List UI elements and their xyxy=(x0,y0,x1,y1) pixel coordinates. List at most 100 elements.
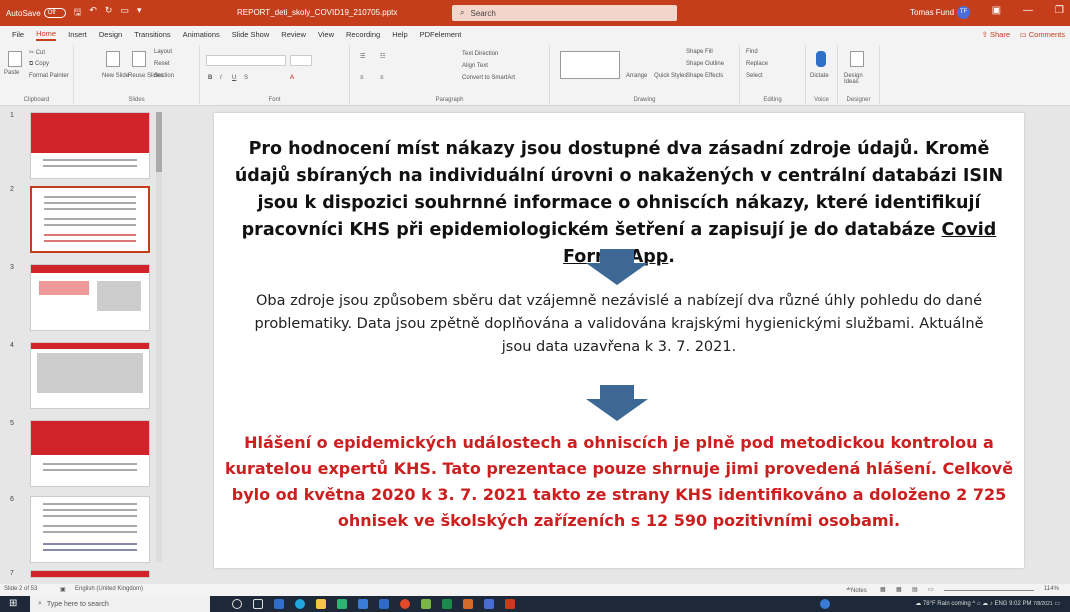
italic-icon[interactable]: I xyxy=(220,75,222,81)
slide-thumbnail[interactable] xyxy=(30,112,150,179)
arrange-button[interactable]: Arrange xyxy=(626,73,647,79)
tab-file[interactable]: File xyxy=(12,30,24,39)
align-text-button[interactable]: Align Text xyxy=(462,63,488,69)
tab-animations[interactable]: Animations xyxy=(183,30,220,39)
tab-pdfelement[interactable]: PDFelement xyxy=(420,30,462,39)
tab-design[interactable]: Design xyxy=(99,30,122,39)
save-icon[interactable]: 🖫 xyxy=(74,5,82,21)
cut-button[interactable]: ✂ Cut xyxy=(29,49,45,56)
reset-button[interactable]: Reset xyxy=(154,61,170,67)
ribbon-display-icon[interactable]: ▣ xyxy=(992,5,1001,16)
comments-button[interactable]: ▭ Comments xyxy=(1020,30,1065,39)
tab-help[interactable]: Help xyxy=(392,30,407,39)
quick-styles-button[interactable]: Quick Styles xyxy=(654,73,687,79)
app-icon[interactable] xyxy=(820,599,830,609)
slide-sorter-icon[interactable]: ▦ xyxy=(896,586,902,593)
app-icon[interactable] xyxy=(274,599,284,609)
weather-text[interactable]: 78°F Rain coming xyxy=(923,601,971,607)
tab-review[interactable]: Review xyxy=(281,30,306,39)
thumbnail-scroll-thumb[interactable] xyxy=(156,112,162,172)
thumbnail-scrollbar[interactable] xyxy=(156,112,162,562)
zoom-slider[interactable] xyxy=(944,590,1034,591)
tab-transitions[interactable]: Transitions xyxy=(134,30,170,39)
slide-canvas[interactable]: Pro hodnocení míst nákazy jsou dostupné … xyxy=(214,113,1024,568)
task-view-icon[interactable] xyxy=(253,599,263,609)
windows-start-icon[interactable]: ⊞ xyxy=(9,598,17,609)
replace-button[interactable]: Replace xyxy=(746,61,768,67)
slide-thumbnail[interactable] xyxy=(30,496,150,563)
bullets-icon[interactable]: ☰ xyxy=(360,53,365,60)
maximize-icon[interactable]: ❐ xyxy=(1055,5,1064,16)
redo-icon[interactable]: ↻ xyxy=(105,5,113,21)
clock-date[interactable]: 7/8/2021 xyxy=(1033,601,1052,607)
dictate-button[interactable]: Dictate xyxy=(810,73,829,79)
undo-icon[interactable]: ↶ xyxy=(89,5,97,21)
file-explorer-icon[interactable] xyxy=(316,599,326,609)
shapes-gallery[interactable] xyxy=(560,51,620,79)
shape-effects-button[interactable]: Shape Effects xyxy=(686,73,723,79)
numbering-icon[interactable]: ☷ xyxy=(380,53,385,60)
taskbar-search[interactable]: ⌕ Type here to search xyxy=(30,596,210,612)
convert-smartart-button[interactable]: Convert to SmartArt xyxy=(462,75,515,81)
user-name[interactable]: Tomas Fund xyxy=(910,8,954,17)
zoom-level[interactable]: 114% xyxy=(1044,586,1059,592)
section-button[interactable]: Section xyxy=(154,73,174,79)
font-color-icon[interactable]: A xyxy=(290,75,294,81)
clock-time[interactable]: 9:02 PM xyxy=(1009,601,1031,607)
notification-icon[interactable]: ▭ xyxy=(1054,601,1060,607)
paste-icon[interactable] xyxy=(8,51,22,67)
design-ideas-button[interactable]: Design Ideas xyxy=(844,73,879,85)
language-indicator[interactable]: English (United Kingdom) xyxy=(75,586,143,592)
layout-button[interactable]: Layout xyxy=(154,49,172,55)
avatar[interactable]: TF xyxy=(957,6,970,19)
select-button[interactable]: Select xyxy=(746,73,763,79)
find-button[interactable]: Find xyxy=(746,49,758,55)
slide-thumbnail[interactable] xyxy=(30,420,150,487)
reuse-slides-icon[interactable] xyxy=(132,51,146,67)
font-size-dropdown[interactable] xyxy=(290,55,312,66)
input-language[interactable]: ENG xyxy=(994,601,1007,607)
slide-thumbnail[interactable] xyxy=(30,342,150,409)
weather-icon[interactable]: ☁ xyxy=(915,601,921,607)
paste-button[interactable]: Paste xyxy=(4,70,19,76)
document-title[interactable]: REPORT_deti_skoly_COVID19_210705.pptx xyxy=(237,8,397,17)
tab-insert[interactable]: Insert xyxy=(68,30,87,39)
slide-thumbnail[interactable] xyxy=(30,570,150,578)
new-slide-button[interactable]: New Slide xyxy=(102,73,129,79)
shadow-icon[interactable]: S xyxy=(244,75,248,81)
shape-fill-button[interactable]: Shape Fill xyxy=(686,49,713,55)
powerpoint-icon[interactable] xyxy=(505,599,515,609)
search-box[interactable]: ⌕ Search xyxy=(452,5,677,21)
format-painter-button[interactable]: Format Painter xyxy=(29,73,69,79)
font-name-dropdown[interactable] xyxy=(206,55,286,66)
cortana-icon[interactable] xyxy=(232,599,242,609)
excel-icon[interactable] xyxy=(442,599,452,609)
app-icon[interactable] xyxy=(463,599,473,609)
present-icon[interactable]: ▭ xyxy=(120,5,129,21)
tab-slide-show[interactable]: Slide Show xyxy=(232,30,270,39)
app-icon[interactable] xyxy=(421,599,431,609)
align-center-icon[interactable]: ≡ xyxy=(380,75,384,81)
slide-thumbnail[interactable] xyxy=(30,264,150,331)
tab-recording[interactable]: Recording xyxy=(346,30,380,39)
share-button[interactable]: ⇧ Share xyxy=(982,30,1010,39)
microphone-icon[interactable] xyxy=(816,51,826,67)
notes-button[interactable]: ≐ Notes xyxy=(846,586,867,594)
teams-icon[interactable] xyxy=(484,599,494,609)
align-left-icon[interactable]: ≡ xyxy=(360,75,364,81)
spellcheck-icon[interactable]: ▣ xyxy=(60,586,66,593)
shape-outline-button[interactable]: Shape Outline xyxy=(686,61,724,67)
app-icon[interactable] xyxy=(337,599,347,609)
tab-view[interactable]: View xyxy=(318,30,334,39)
down-arrow-shape[interactable] xyxy=(586,249,648,285)
text-direction-button[interactable]: Text Direction xyxy=(462,51,498,57)
reading-view-icon[interactable]: ▤ xyxy=(912,586,918,593)
underline-icon[interactable]: U xyxy=(232,75,236,81)
paragraph-summary[interactable]: Hlášení o epidemických událostech a ohni… xyxy=(214,430,1024,534)
copy-button[interactable]: ⧉ Copy xyxy=(29,61,49,68)
tray-icons[interactable]: ^ ⌂ ☁ ♪ xyxy=(972,601,992,607)
new-slide-icon[interactable] xyxy=(106,51,120,67)
bold-icon[interactable]: B xyxy=(208,75,212,81)
outlook-icon[interactable] xyxy=(379,599,389,609)
chrome-icon[interactable] xyxy=(400,599,410,609)
